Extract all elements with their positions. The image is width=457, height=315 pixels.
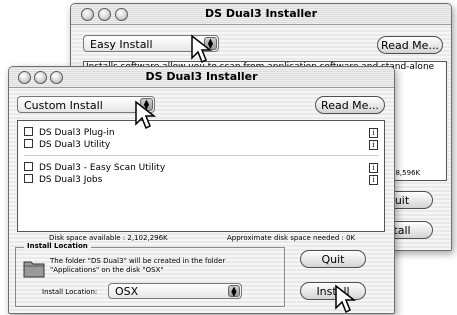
arrow-cursor-icon — [335, 284, 357, 314]
front-window-title: DS Dual3 Installer — [145, 70, 258, 83]
component-label: DS Dual3 - Easy Scan Utility — [39, 163, 166, 173]
info-icon[interactable]: i — [369, 140, 378, 150]
location-text-line2: "Applications" on the disk "OSX" — [50, 266, 164, 274]
back-popup-value: Easy Install — [90, 38, 153, 51]
install-location-label: Install Location: — [42, 288, 98, 296]
install-location-value: OSX — [115, 285, 139, 298]
location-text-line1: The folder "DS Dual3" will be created in… — [50, 257, 226, 265]
info-icon[interactable]: i — [369, 128, 378, 138]
component-item[interactable]: DS Dual3 - Easy Scan Utility — [24, 162, 165, 173]
front-title-bar[interactable]: DS Dual3 Installer — [9, 67, 394, 88]
popup-arrows-icon: ▲ ▼ — [228, 285, 240, 298]
arrow-cursor-icon — [135, 100, 157, 130]
component-checkbox[interactable] — [24, 127, 33, 136]
back-title-bar[interactable]: DS Dual3 Installer — [71, 4, 451, 25]
front-popup-value: Custom Install — [24, 99, 103, 112]
component-label: DS Dual3 Jobs — [39, 175, 103, 185]
back-readme-button[interactable]: Read Me... — [377, 36, 443, 54]
component-list: DS Dual3 Plug-in i DS Dual3 Utility i DS… — [17, 120, 385, 232]
arrow-cursor-icon — [191, 34, 213, 64]
install-location-group-label: Install Location — [24, 242, 91, 250]
component-label: DS Dual3 Utility — [39, 140, 111, 150]
folder-icon — [23, 261, 45, 278]
component-item[interactable]: DS Dual3 Utility — [24, 139, 110, 150]
list-divider — [24, 155, 378, 156]
front-readme-button[interactable]: Read Me... — [315, 96, 385, 114]
component-checkbox[interactable] — [24, 174, 33, 183]
info-icon[interactable]: i — [369, 175, 378, 185]
quit-button[interactable]: Quit — [300, 250, 366, 268]
disk-space-needed: Approximate disk space needed : 0K — [227, 234, 356, 242]
component-item[interactable]: DS Dual3 Jobs — [24, 174, 102, 185]
disk-space-available: Disk space available : 2,102,296K — [49, 234, 168, 242]
component-item[interactable]: DS Dual3 Plug-in — [24, 127, 115, 138]
install-location-popup[interactable]: OSX ▲ ▼ — [108, 283, 242, 299]
info-icon[interactable]: i — [369, 163, 378, 173]
component-label: DS Dual3 Plug-in — [39, 128, 115, 138]
component-checkbox[interactable] — [24, 162, 33, 171]
install-location-group: Install Location The folder "DS Dual3" w… — [15, 242, 285, 307]
back-window-title: DS Dual3 Installer — [204, 7, 318, 20]
front-installer-window: DS Dual3 Installer Custom Install ▲ ▼ Rea… — [8, 66, 395, 314]
component-checkbox[interactable] — [24, 139, 33, 148]
